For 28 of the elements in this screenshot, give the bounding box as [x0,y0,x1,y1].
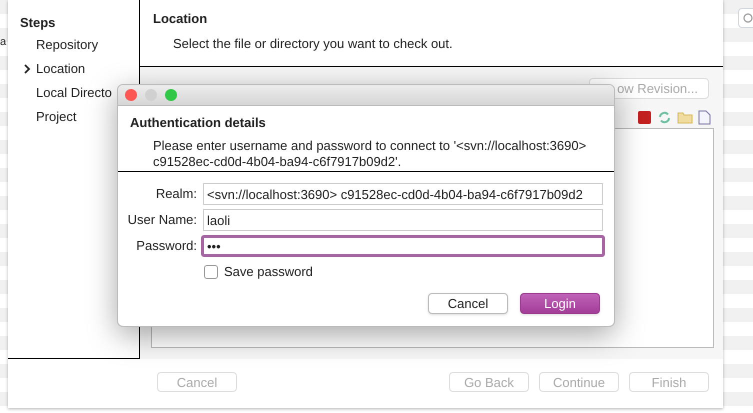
field-label: User Name: [126,211,198,230]
dialog-title: Authentication details [130,114,267,132]
stop-icon[interactable] [637,110,652,125]
background-text: a [0,35,8,50]
document-icon[interactable] [698,110,711,125]
field-label: Password: [135,237,198,256]
input-field[interactable]: ••• [201,235,605,257]
input-field[interactable]: <svn://localhost:3690> c91528ec-cd0d-4b04-ba94-c6f7917b09d2 [203,183,603,205]
input-field[interactable]: laoli [203,209,603,231]
save-password-label[interactable]: Save password [224,262,313,282]
search-icon [743,13,753,23]
zoom-icon[interactable] [165,89,177,101]
dialog-message: Please enter username and password to connect to '<svn://localhost:3690> c91528ec-cd0d-4b04-ba94-c6f7917b09d2'. [152,138,588,170]
steps-title: Steps [19,14,56,32]
page-title: Location [153,10,208,28]
page-description: Select the file or directory you want to check out. [172,34,454,53]
search-field[interactable] [738,8,753,28]
refresh-icon[interactable] [657,110,672,125]
save-password-checkbox[interactable] [204,264,218,279]
step-item[interactable]: Project [36,107,76,127]
step-item[interactable]: Local Directo [36,83,112,103]
login-button[interactable]: Login [520,292,600,314]
folder-icon[interactable] [677,110,693,125]
step-item[interactable]: Repository [36,35,98,55]
step-item[interactable]: Location [36,59,86,79]
cancel-button[interactable]: Cancel [428,292,508,314]
close-icon[interactable] [125,89,137,101]
field-label: Realm: [154,185,198,204]
